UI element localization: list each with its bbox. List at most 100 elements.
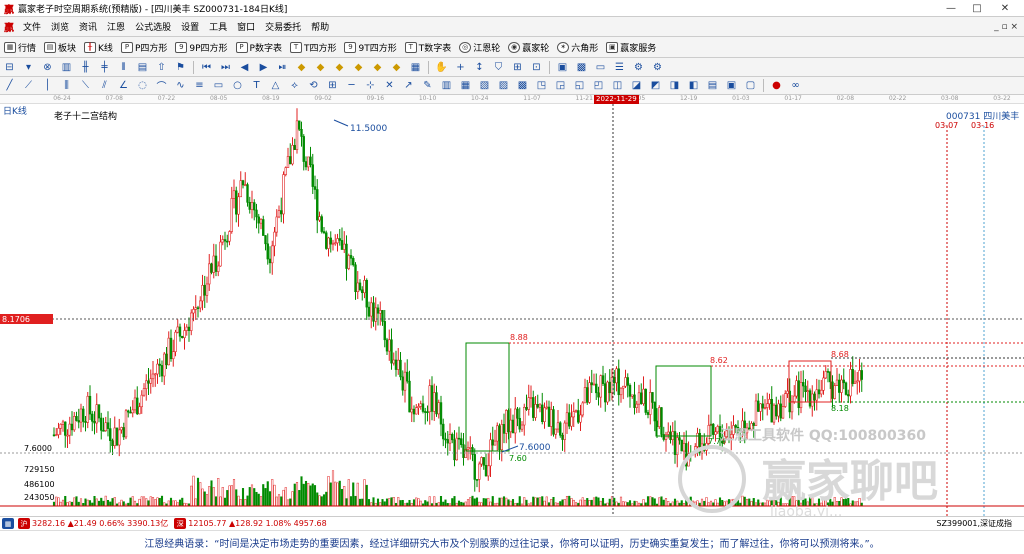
draw-rect-icon[interactable]: ▭ xyxy=(210,79,227,93)
chart-type-icon[interactable]: ▤ xyxy=(134,60,151,74)
draw-box-icon[interactable]: ⊞ xyxy=(324,79,341,93)
draw-pen-icon[interactable]: ✎ xyxy=(419,79,436,93)
draw-wave-icon[interactable]: ∿ xyxy=(172,79,189,93)
diamond4-icon[interactable]: ◆ xyxy=(350,60,367,74)
nav-quotes[interactable]: ▦ 行情 xyxy=(0,41,40,54)
draw-cols4-icon[interactable]: ▩ xyxy=(514,79,531,93)
zoom-tool-icon[interactable]: ⊗ xyxy=(39,60,56,74)
flag-icon[interactable]: ⚑ xyxy=(172,60,189,74)
nav-sectors[interactable]: ▤ 板块 xyxy=(40,41,80,54)
draw-arrow-icon[interactable]: ↗ xyxy=(400,79,417,93)
draw-ext10-icon[interactable]: ▤ xyxy=(704,79,721,93)
draw-ext12-icon[interactable]: ▢ xyxy=(742,79,759,93)
app-menu-icon[interactable]: 贏 xyxy=(3,21,15,34)
draw-gann-icon[interactable]: ⟡ xyxy=(286,79,303,93)
nav-hexagon[interactable]: ✶ 六角形 xyxy=(553,41,602,54)
candle-icon[interactable]: ╫ xyxy=(77,60,94,74)
first-icon[interactable]: ⏮ xyxy=(198,60,215,74)
draw-hline-icon[interactable]: ─ xyxy=(343,79,360,93)
menu-screener[interactable]: 公式选股 xyxy=(130,20,176,33)
draw-bars-icon[interactable]: ▥ xyxy=(438,79,455,93)
draw-text-icon[interactable]: T xyxy=(248,79,265,93)
menu-window[interactable]: 窗口 xyxy=(232,20,260,33)
diamond1-icon[interactable]: ◆ xyxy=(293,60,310,74)
menu-gann[interactable]: 江恩 xyxy=(102,20,130,33)
draw-ext4-icon[interactable]: ◰ xyxy=(590,79,607,93)
menu-help[interactable]: 帮助 xyxy=(306,20,334,33)
bars-icon[interactable]: ▥ xyxy=(58,60,75,74)
kline-chart[interactable]: 11.50007.60007.608.888.627.798.688.1803-… xyxy=(0,104,1024,516)
save-icon[interactable]: ▩ xyxy=(573,60,590,74)
draw-ext1-icon[interactable]: ◳ xyxy=(533,79,550,93)
draw-cols3-icon[interactable]: ▨ xyxy=(495,79,512,93)
nav-kline[interactable]: ╫ K线 xyxy=(80,41,117,54)
nav-p-table[interactable]: P P数字表 xyxy=(232,41,286,54)
color-picker-icon[interactable]: ● xyxy=(768,79,785,93)
nav-9t-square[interactable]: 9 9T四方形 xyxy=(340,41,400,54)
car-icon[interactable]: ⚙ xyxy=(630,60,647,74)
draw-multi-icon[interactable]: ⫼ xyxy=(58,79,75,93)
dropdown-icon[interactable]: ▾ xyxy=(20,60,37,74)
menu-settings[interactable]: 设置 xyxy=(176,20,204,33)
nav-gann-wheel[interactable]: ◎ 江恩轮 xyxy=(455,41,504,54)
forward-icon[interactable]: ▶ xyxy=(255,60,272,74)
draw-vline-icon[interactable]: │ xyxy=(39,79,56,93)
nav-winner-wheel[interactable]: ◉ 赢家轮 xyxy=(504,41,553,54)
menu-browse[interactable]: 浏览 xyxy=(46,20,74,33)
draw-mark-icon[interactable]: ✕ xyxy=(381,79,398,93)
diamond2-icon[interactable]: ◆ xyxy=(312,60,329,74)
draw-spiral-icon[interactable]: ◌ xyxy=(134,79,151,93)
tool-e-icon[interactable]: ⊞ xyxy=(509,60,526,74)
list-icon[interactable]: ☰ xyxy=(611,60,628,74)
shield-icon[interactable]: ⛉ xyxy=(490,60,507,74)
step-icon[interactable]: ⏯ xyxy=(274,60,291,74)
menu-file[interactable]: 文件 xyxy=(18,20,46,33)
candle2-icon[interactable]: ╪ xyxy=(96,60,113,74)
minimize-button[interactable]: — xyxy=(938,0,964,17)
draw-ext5-icon[interactable]: ◫ xyxy=(609,79,626,93)
draw-fib-icon[interactable]: ≡ xyxy=(191,79,208,93)
draw-ext8-icon[interactable]: ◨ xyxy=(666,79,683,93)
cursor-icon[interactable]: ⇧ xyxy=(153,60,170,74)
grid-tool-icon[interactable]: ▦ xyxy=(407,60,424,74)
draw-ext9-icon[interactable]: ◧ xyxy=(685,79,702,93)
draw-angle-icon[interactable]: ∠ xyxy=(115,79,132,93)
draw-ext3-icon[interactable]: ◱ xyxy=(571,79,588,93)
close-button[interactable]: ✕ xyxy=(992,0,1018,17)
inner-window-controls[interactable]: _ ▫ × xyxy=(994,22,1018,32)
nav-9p-square[interactable]: 9 9P四方形 xyxy=(171,41,231,54)
draw-line-icon[interactable]: ╱ xyxy=(1,79,18,93)
period-label[interactable]: 日K线 xyxy=(3,104,27,117)
nav-p-square[interactable]: P P四方形 xyxy=(117,41,171,54)
draw-cycle-icon[interactable]: ⟲ xyxy=(305,79,322,93)
draw-ray-icon[interactable]: ⟍ xyxy=(77,79,94,93)
draw-grid-icon[interactable]: ⊹ xyxy=(362,79,379,93)
line-icon[interactable]: ⫴ xyxy=(115,60,132,74)
draw-fan-icon[interactable]: ⟋ xyxy=(20,79,37,93)
select-tool-icon[interactable]: ⊟ xyxy=(1,60,18,74)
hand-icon[interactable]: ✋ xyxy=(433,60,450,74)
market-icon[interactable]: ▦ xyxy=(2,518,14,529)
menu-info[interactable]: 资讯 xyxy=(74,20,102,33)
draw-cols2-icon[interactable]: ▧ xyxy=(476,79,493,93)
draw-circle-icon[interactable]: ○ xyxy=(229,79,246,93)
nav-t-table[interactable]: T T数字表 xyxy=(401,41,456,54)
draw-ext6-icon[interactable]: ◪ xyxy=(628,79,645,93)
nav-service[interactable]: ▣ 赢家服务 xyxy=(602,41,660,54)
diamond3-icon[interactable]: ◆ xyxy=(331,60,348,74)
diamond6-icon[interactable]: ◆ xyxy=(388,60,405,74)
back-icon[interactable]: ◀ xyxy=(236,60,253,74)
arrow-tool-icon[interactable]: ↕ xyxy=(471,60,488,74)
play-icon[interactable]: ⏭ xyxy=(217,60,234,74)
settings-icon[interactable]: ⚙ xyxy=(649,60,666,74)
diamond5-icon[interactable]: ◆ xyxy=(369,60,386,74)
crosshair-icon[interactable]: + xyxy=(452,60,469,74)
infinity-icon[interactable]: ∞ xyxy=(787,79,804,93)
draw-channel-icon[interactable]: ⫽ xyxy=(96,79,113,93)
draw-ext11-icon[interactable]: ▣ xyxy=(723,79,740,93)
tool-f-icon[interactable]: ⊡ xyxy=(528,60,545,74)
draw-arc-icon[interactable]: ⌒ xyxy=(153,79,170,93)
menu-trade[interactable]: 交易委托 xyxy=(260,20,306,33)
monitor-icon[interactable]: ▭ xyxy=(592,60,609,74)
draw-ext2-icon[interactable]: ◲ xyxy=(552,79,569,93)
